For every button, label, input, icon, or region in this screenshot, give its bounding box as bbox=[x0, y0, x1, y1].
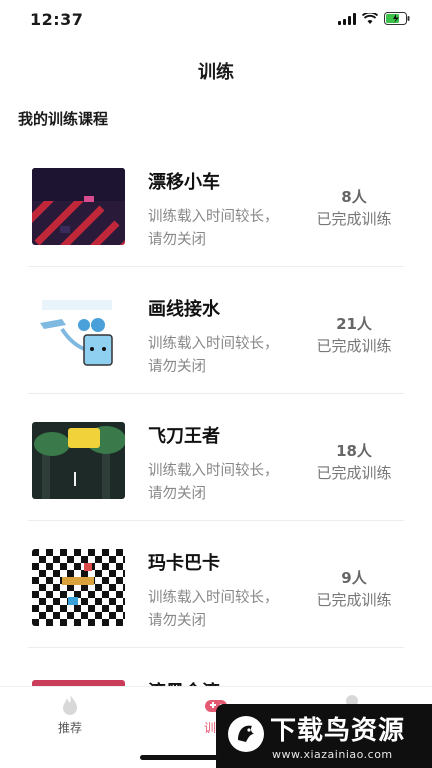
watermark-title: 下载鸟资源 bbox=[270, 716, 406, 746]
course-name: 飞刀王者 bbox=[148, 426, 220, 447]
course-count: 9人 bbox=[341, 569, 367, 587]
course-list: 漂移小车 训练载入时间较长，请勿关闭 8人 已完成训练 画线接水 训练载入时间较… bbox=[0, 140, 432, 648]
course-item-drift-car[interactable]: 漂移小车 训练载入时间较长，请勿关闭 8人 已完成训练 bbox=[28, 140, 404, 267]
drift-car-game-icon bbox=[32, 168, 125, 245]
course-count: 18人 bbox=[336, 442, 372, 460]
course-status: 已完成训练 bbox=[316, 210, 392, 228]
course-name: 画线接水 bbox=[148, 299, 220, 320]
draw-water-game-icon bbox=[32, 295, 125, 372]
checker-game-icon bbox=[32, 549, 125, 626]
battery-icon bbox=[384, 12, 410, 25]
course-description: 训练载入时间较长，请勿关闭 bbox=[148, 590, 279, 629]
course-count: 21人 bbox=[336, 315, 372, 333]
course-count: 8人 bbox=[341, 188, 367, 206]
signal-icon bbox=[338, 12, 356, 25]
watermark: 下载鸟资源 www.xiazainiao.com bbox=[216, 704, 432, 768]
course-description: 训练载入时间较长，请勿关闭 bbox=[148, 209, 279, 248]
course-description: 训练载入时间较长，请勿关闭 bbox=[148, 463, 279, 502]
course-item-draw-water[interactable]: 画线接水 训练载入时间较长，请勿关闭 21人 已完成训练 bbox=[28, 267, 404, 394]
course-status: 已完成训练 bbox=[316, 337, 392, 355]
status-time: 12:37 bbox=[30, 10, 84, 29]
status-bar: 12:37 bbox=[0, 0, 432, 44]
course-status: 已完成训练 bbox=[316, 591, 392, 609]
tab-label: 推荐 bbox=[57, 721, 82, 735]
flying-knife-game-icon bbox=[32, 422, 125, 499]
tab-recommend[interactable]: 推荐 bbox=[20, 693, 120, 736]
course-item-flying-knife[interactable]: 飞刀王者 训练载入时间较长，请勿关闭 18人 已完成训练 bbox=[28, 394, 404, 521]
course-description: 训练载入时间较长，请勿关闭 bbox=[148, 336, 279, 375]
course-status: 已完成训练 bbox=[316, 464, 392, 482]
bird-logo-icon bbox=[226, 714, 266, 754]
section-title: 我的训练课程 bbox=[18, 110, 109, 128]
home-indicator bbox=[140, 755, 220, 760]
wifi-icon bbox=[362, 12, 378, 25]
status-icons bbox=[338, 12, 410, 25]
watermark-url: www.xiazainiao.com bbox=[272, 748, 393, 761]
page-title: 训练 bbox=[198, 62, 234, 83]
course-name: 玛卡巴卡 bbox=[148, 553, 220, 574]
flame-icon bbox=[57, 693, 83, 717]
course-name: 漂移小车 bbox=[148, 172, 220, 193]
course-item-makabaka[interactable]: 玛卡巴卡 训练载入时间较长，请勿关闭 9人 已完成训练 bbox=[28, 521, 404, 648]
